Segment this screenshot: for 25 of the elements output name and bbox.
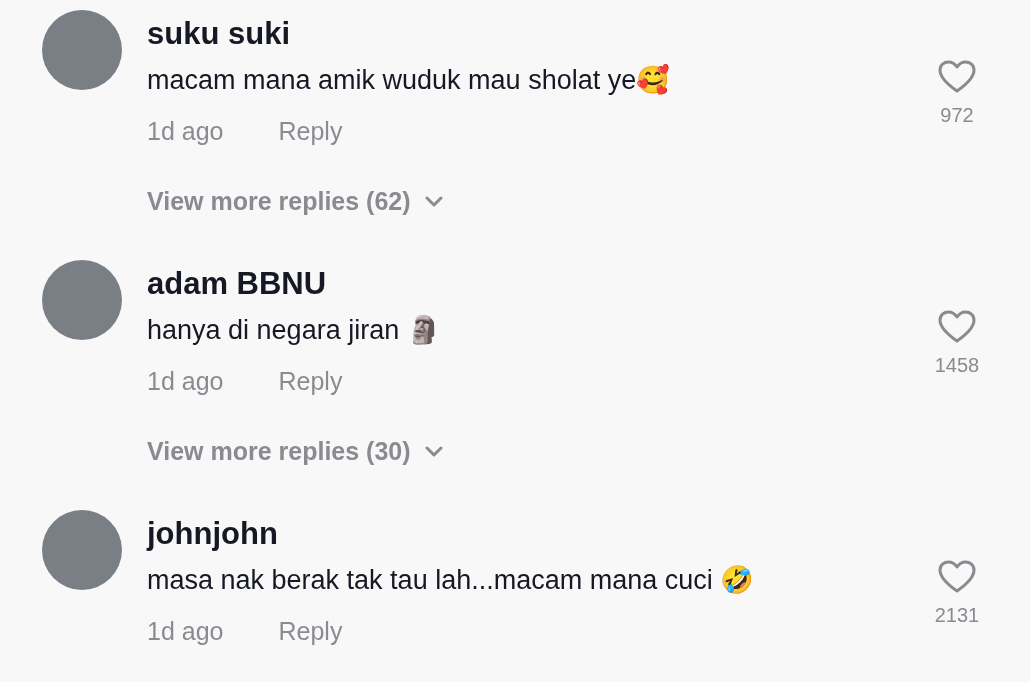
like-button[interactable] xyxy=(938,60,976,94)
heart-icon xyxy=(938,560,976,594)
view-replies-button[interactable]: View more replies (30) xyxy=(147,434,443,468)
like-count: 1458 xyxy=(934,354,980,377)
reply-link[interactable]: Reply xyxy=(278,614,343,648)
comment-time: 1d ago xyxy=(147,616,224,647)
like-count: 972 xyxy=(940,104,974,127)
comment-text: hanya di negara jiran 🗿 xyxy=(147,314,442,347)
heart-icon xyxy=(938,60,976,94)
username[interactable]: adam BBNU xyxy=(147,266,912,302)
username[interactable]: suku suki xyxy=(147,16,912,52)
view-replies-button[interactable]: View more replies (62) xyxy=(147,184,443,218)
like-button[interactable] xyxy=(938,310,976,344)
comment-text: masa nak berak tak tau lah...macam mana cuci 🤣 xyxy=(147,564,756,597)
reply-link[interactable]: Reply xyxy=(278,114,343,148)
comment-text: macam mana amik wuduk mau sholat ye🥰 xyxy=(147,63,672,97)
reply-link[interactable]: Reply xyxy=(278,364,343,398)
chevron-down-icon xyxy=(424,195,443,207)
like-button[interactable] xyxy=(938,560,976,594)
comment-time: 1d ago xyxy=(147,116,224,147)
like-count: 2131 xyxy=(934,604,980,627)
chevron-down-icon xyxy=(424,445,443,457)
comment-time: 1d ago xyxy=(147,366,224,397)
username[interactable]: johnjohn xyxy=(147,516,912,552)
heart-icon xyxy=(938,310,976,344)
